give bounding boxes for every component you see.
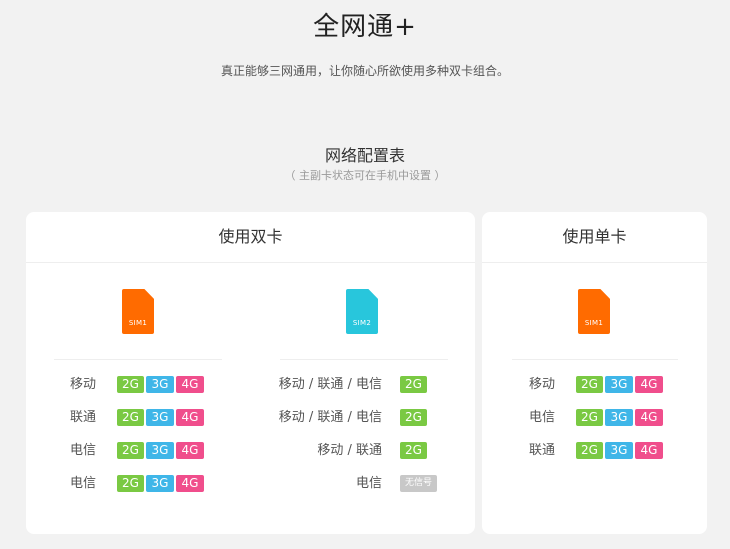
- divider: [54, 359, 222, 360]
- badge-2g: 2G: [576, 409, 603, 426]
- badge-3g: 3G: [605, 409, 633, 426]
- badge-3g: 3G: [605, 442, 633, 459]
- table-row: 移动 2G 3G 4G: [482, 376, 707, 393]
- table-row: 移动 / 联通 2G: [256, 442, 456, 459]
- badge-3g: 3G: [605, 376, 633, 393]
- table-row: 电信 2G 3G 4G: [482, 409, 707, 426]
- dual-sim-card: 使用双卡 SIM1 SIM2 移动 2G 3G 4G 联通 2G 3G 4G 电…: [26, 212, 475, 534]
- carrier-label: 电信: [529, 410, 556, 425]
- table-row: 电信 2G 3G 4G: [26, 442, 226, 459]
- badge-4g: 4G: [176, 442, 204, 459]
- badge-2g: 2G: [576, 442, 603, 459]
- dual-sim-card-title: 使用双卡: [26, 212, 475, 263]
- badge-4g: 4G: [635, 442, 663, 459]
- section-title: 网络配置表: [324, 146, 405, 165]
- carrier-label: 移动 / 联通 / 电信: [278, 377, 382, 392]
- carrier-label: 移动: [70, 377, 97, 392]
- section-note: （ 主副卡状态可在手机中设置 ）: [284, 169, 446, 182]
- badge-2g: 2G: [117, 376, 144, 393]
- badge-4g: 4G: [176, 409, 204, 426]
- badge-4g: 4G: [176, 475, 204, 492]
- carrier-label: 移动: [529, 377, 556, 392]
- badge-2g: 2G: [576, 376, 603, 393]
- badge-2g: 2G: [117, 442, 144, 459]
- table-row: 移动 2G 3G 4G: [26, 376, 226, 393]
- sim1-label: SIM1: [584, 319, 604, 327]
- carrier-label: 联通: [529, 443, 556, 458]
- table-row: 移动 / 联通 / 电信 2G: [256, 376, 456, 393]
- table-row: 联通 2G 3G 4G: [26, 409, 226, 426]
- carrier-label: 移动 / 联通: [317, 443, 382, 458]
- sim1-card-icon: SIM1: [578, 289, 610, 334]
- carrier-label: 电信: [70, 476, 97, 491]
- badge-2g: 2G: [117, 475, 144, 492]
- badge-2g: 2G: [117, 409, 144, 426]
- badge-2g: 2G: [400, 376, 427, 393]
- table-row: 电信 无信号: [256, 475, 456, 492]
- single-sim-card-title: 使用单卡: [482, 212, 707, 263]
- table-row: 电信 2G 3G 4G: [26, 475, 226, 492]
- page-subtitle: 真正能够三网通用，让你随心所欲使用多种双卡组合。: [220, 64, 509, 78]
- badge-2g: 2G: [400, 442, 427, 459]
- badge-3g: 3G: [146, 475, 174, 492]
- carrier-label: 电信: [355, 476, 382, 491]
- sim2-label: SIM2: [352, 319, 372, 327]
- sim1-card-icon: SIM1: [122, 289, 154, 334]
- page-title: 全网通+: [313, 12, 417, 42]
- badge-3g: 3G: [146, 442, 174, 459]
- badge-4g: 4G: [176, 376, 204, 393]
- sim2-card-icon: SIM2: [346, 289, 378, 334]
- no-signal-badge: 无信号: [400, 475, 437, 492]
- carrier-label: 电信: [70, 443, 97, 458]
- single-sim-card: 使用单卡 SIM1 移动 2G 3G 4G 电信 2G 3G 4G 联通 2G …: [482, 212, 707, 534]
- carrier-label: 联通: [70, 410, 97, 425]
- sim1-label: SIM1: [128, 319, 148, 327]
- badge-4g: 4G: [635, 409, 663, 426]
- divider: [512, 359, 678, 360]
- badge-3g: 3G: [146, 409, 174, 426]
- table-row: 联通 2G 3G 4G: [482, 442, 707, 459]
- carrier-label: 移动 / 联通 / 电信: [278, 410, 382, 425]
- badge-3g: 3G: [146, 376, 174, 393]
- divider: [280, 359, 448, 360]
- badge-2g: 2G: [400, 409, 427, 426]
- badge-4g: 4G: [635, 376, 663, 393]
- table-row: 移动 / 联通 / 电信 2G: [256, 409, 456, 426]
